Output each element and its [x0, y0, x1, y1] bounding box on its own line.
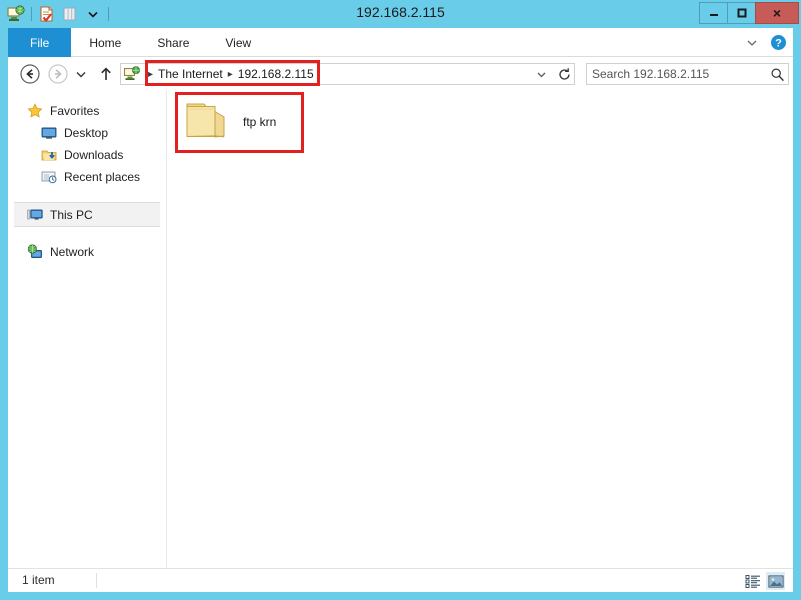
ribbon-tabs: File Home Share View	[8, 28, 269, 57]
sidebar-item-label: Recent places	[64, 170, 141, 184]
breadcrumb-item-host[interactable]: 192.168.2.115	[238, 67, 314, 81]
breadcrumb-separator-1[interactable]: ▸	[223, 69, 238, 80]
search-input[interactable]	[587, 64, 766, 84]
this-pc-icon	[26, 207, 44, 223]
sidebar-item-this-pc[interactable]: This PC	[14, 202, 160, 227]
address-history-dropdown-icon[interactable]	[529, 63, 553, 85]
tab-home[interactable]: Home	[71, 28, 139, 57]
desktop-icon	[40, 125, 58, 141]
tab-file[interactable]: File	[8, 28, 72, 57]
tab-share[interactable]: Share	[139, 28, 207, 57]
up-button[interactable]	[94, 62, 118, 86]
view-mode-buttons	[743, 572, 785, 590]
file-list-pane[interactable]: ftp krn	[168, 90, 793, 568]
sidebar-item-desktop[interactable]: Desktop	[8, 122, 166, 144]
network-icon	[26, 244, 44, 260]
window-title: 192.168.2.115	[356, 4, 445, 20]
breadcrumb-item-the-internet[interactable]: The Internet	[158, 67, 223, 81]
expand-ribbon-button[interactable]	[743, 34, 761, 52]
ribbon-right-controls: ?	[743, 28, 787, 57]
forward-button[interactable]	[46, 62, 70, 86]
sidebar-item-recent-places[interactable]: Recent places	[8, 166, 166, 188]
recent-locations-button[interactable]	[72, 62, 90, 86]
large-icons-view-button[interactable]	[766, 572, 785, 590]
status-separator	[96, 573, 97, 588]
search-icon[interactable]	[766, 64, 788, 84]
item-count-label: 1 item	[22, 573, 55, 587]
navigation-bar: ▸ The Internet ▸ 192.168.2.115	[8, 57, 793, 90]
close-button[interactable]: ×	[755, 2, 799, 24]
sidebar-item-network[interactable]: Network	[8, 241, 166, 263]
search-box[interactable]	[586, 63, 789, 85]
status-bar: 1 item	[8, 568, 793, 592]
details-view-button[interactable]	[743, 572, 762, 590]
explorer-window: 192.168.2.115 × File Home Share View ? ▸…	[0, 0, 801, 600]
tab-view[interactable]: View	[207, 28, 269, 57]
window-controls: ×	[699, 2, 799, 24]
list-item[interactable]: ftp krn	[177, 93, 302, 151]
folder-icon	[183, 99, 233, 145]
navigation-pane: Favorites Desktop Downloads Recent place…	[8, 90, 167, 568]
downloads-icon	[40, 147, 58, 163]
title-bar: 192.168.2.115 ×	[0, 0, 801, 28]
refresh-icon[interactable]	[553, 63, 575, 85]
svg-text:?: ?	[775, 37, 782, 49]
address-bar[interactable]: ▸ The Internet ▸ 192.168.2.115	[120, 63, 575, 85]
sidebar-item-label: Favorites	[50, 104, 100, 118]
sidebar-item-label: Downloads	[64, 148, 124, 162]
recent-places-icon	[40, 169, 58, 185]
help-button[interactable]: ?	[770, 34, 787, 51]
close-icon: ×	[772, 5, 782, 21]
sidebar-item-downloads[interactable]: Downloads	[8, 144, 166, 166]
sidebar-item-label: Desktop	[64, 126, 109, 140]
sidebar-item-label: Network	[50, 245, 95, 259]
back-button[interactable]	[18, 62, 42, 86]
minimize-button[interactable]	[699, 2, 728, 24]
explorer-body: Favorites Desktop Downloads Recent place…	[8, 90, 793, 568]
list-item-label: ftp krn	[243, 115, 277, 129]
sidebar-item-favorites[interactable]: Favorites	[8, 100, 166, 122]
ribbon-tab-strip: File Home Share View ?	[8, 28, 793, 57]
breadcrumb: ▸ The Internet ▸ 192.168.2.115	[143, 64, 574, 84]
breadcrumb-separator-root[interactable]: ▸	[143, 69, 158, 80]
maximize-button[interactable]	[727, 2, 756, 24]
sidebar-item-label: This PC	[50, 207, 93, 222]
address-location-icon	[121, 64, 143, 84]
star-icon	[26, 103, 44, 119]
